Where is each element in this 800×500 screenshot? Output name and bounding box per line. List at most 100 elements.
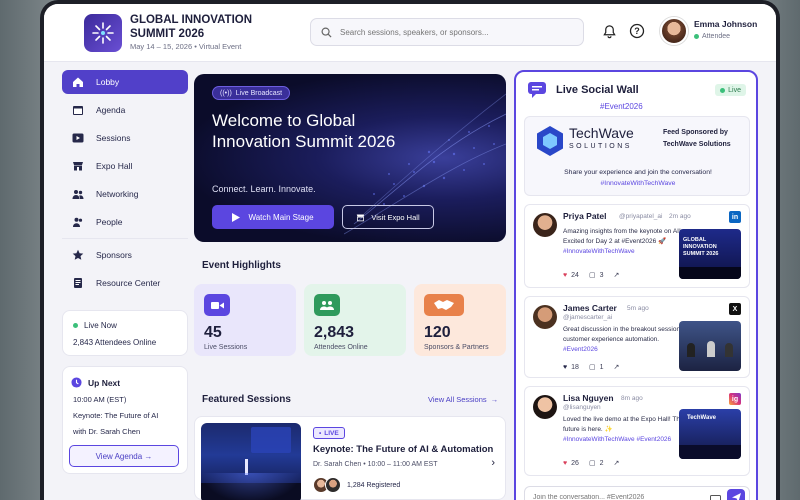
- highlight-value: 120: [424, 324, 451, 341]
- post-handle: @jamescarter_ai: [563, 314, 613, 321]
- likes-count: 24: [571, 271, 579, 279]
- session-meta: Dr. Sarah Chen • 10:00 – 11:00 AM EST: [313, 461, 438, 468]
- registrants: 1,284 Registered: [313, 477, 400, 493]
- post-image[interactable]: [679, 321, 741, 371]
- post-tag[interactable]: #InnovateWithTechWave: [563, 248, 635, 255]
- post-image-text: GLOBAL INNOVATION SUMMIT 2026: [683, 237, 718, 258]
- social-post[interactable]: Priya Patel @priyapatel_ai 2m ago in Ama…: [524, 204, 750, 288]
- bell-icon[interactable]: [600, 22, 618, 40]
- send-button[interactable]: [727, 489, 745, 500]
- highlight-label: Sponsors & Partners: [424, 344, 489, 351]
- event-logo-icon[interactable]: [84, 14, 122, 52]
- sponsor-banner[interactable]: TechWave SOLUTIONS Feed Sponsored by Tec…: [524, 116, 750, 196]
- avatar: [325, 477, 341, 493]
- comment-icon[interactable]: ▢: [589, 363, 596, 371]
- search-bar[interactable]: [310, 18, 584, 46]
- sidebar-item-expo-hall[interactable]: Expo Hall: [62, 154, 188, 178]
- up-next-label: Up Next: [88, 377, 121, 388]
- comment-icon[interactable]: ▢: [589, 459, 596, 467]
- live-badge-label: LIVE: [324, 429, 339, 437]
- document-icon: [74, 278, 82, 288]
- heart-icon[interactable]: ♥: [563, 460, 567, 467]
- online-dot: [694, 34, 699, 39]
- image-icon[interactable]: [710, 492, 721, 500]
- live-broadcast-pill: ((•)) Live Broadcast: [212, 86, 291, 100]
- sidebar-item-label: Networking: [96, 189, 139, 199]
- post-text: Loved the live demo at the Expo Hall! Th…: [563, 415, 693, 445]
- sidebar-item-people[interactable]: People: [62, 210, 188, 234]
- live-now-card: Live Now 2,843 Attendees Online: [62, 310, 188, 356]
- heart-icon[interactable]: ♥: [563, 272, 567, 279]
- featured-session-card[interactable]: • LIVE Keynote: The Future of AI & Autom…: [194, 416, 506, 500]
- view-agenda-button[interactable]: View Agenda →: [69, 445, 179, 467]
- live-dot: [73, 323, 78, 328]
- people-icon: [73, 217, 83, 227]
- top-header: GLOBAL INNOVATION SUMMIT 2026 May 14 – 1…: [44, 4, 776, 62]
- calendar-icon: [73, 106, 83, 115]
- search-icon: [321, 27, 332, 38]
- heart-icon[interactable]: ♥: [563, 364, 567, 371]
- sidebar-item-lobby[interactable]: Lobby: [62, 70, 188, 94]
- session-thumbnail: [201, 423, 301, 500]
- hero-banner: ((•)) Live Broadcast Welcome to Global I…: [194, 74, 506, 242]
- store-icon: [357, 214, 365, 221]
- post-stats: ♥ 18 ▢ 1 ↗: [563, 363, 619, 372]
- social-post[interactable]: James Carter @jamescarter_ai 5m ago X Gr…: [524, 296, 750, 378]
- comment-icon[interactable]: ▢: [589, 271, 596, 279]
- sidebar-item-agenda[interactable]: Agenda: [62, 98, 188, 122]
- sidebar-item-sessions[interactable]: Sessions: [62, 126, 188, 150]
- highlight-value: 45: [204, 324, 222, 341]
- watch-main-stage-button[interactable]: Watch Main Stage: [212, 205, 334, 229]
- home-icon: [73, 77, 83, 87]
- play-icon: [72, 133, 84, 143]
- highlight-sponsors[interactable]: 120 Sponsors & Partners: [414, 284, 506, 356]
- sponsor-sub: SOLUTIONS: [569, 143, 632, 150]
- view-all-sessions-link[interactable]: View All Sessions →: [428, 395, 498, 404]
- share-text: Share your experience and join the conve…: [564, 169, 712, 176]
- wall-hashtag[interactable]: #Event2026: [600, 102, 643, 111]
- sponsor-name: TechWave: [569, 125, 634, 141]
- star-icon: [72, 249, 84, 260]
- x-icon[interactable]: X: [729, 303, 741, 315]
- hero-tagline: Connect. Learn. Innovate.: [212, 184, 316, 194]
- post-image[interactable]: TechWave: [679, 409, 741, 459]
- event-title: GLOBAL INNOVATION SUMMIT 2026: [130, 14, 253, 40]
- highlights-title: Event Highlights: [202, 260, 281, 271]
- chevron-right-icon[interactable]: ›: [491, 457, 495, 469]
- highlight-live-sessions[interactable]: 45 Live Sessions: [194, 284, 296, 356]
- post-image-line: GLOBAL: [683, 237, 707, 243]
- avatar: [533, 395, 557, 419]
- share-icon[interactable]: ↗: [613, 271, 619, 279]
- compose-bar[interactable]: [524, 486, 750, 500]
- likes-count: 26: [571, 459, 579, 467]
- post-text: Amazing insights from the keynote on AI!…: [563, 227, 693, 257]
- store-icon: [73, 162, 83, 171]
- live-badge: • LIVE: [313, 427, 345, 439]
- user-status: Attendee: [694, 33, 730, 40]
- visit-expo-hall-button[interactable]: Visit Expo Hall: [342, 205, 434, 229]
- user-avatar[interactable]: [660, 17, 688, 45]
- live-dot: [720, 87, 726, 93]
- share-icon[interactable]: ↗: [613, 363, 619, 371]
- instagram-icon[interactable]: ig: [729, 393, 741, 405]
- social-post[interactable]: Lisa Nguyen @lisanguyen 8m ago ig Loved …: [524, 386, 750, 476]
- techwave-logo-icon: [537, 126, 563, 156]
- linkedin-icon[interactable]: in: [729, 211, 741, 223]
- sidebar-item-sponsors[interactable]: Sponsors: [62, 243, 188, 267]
- registered-count: 1,284 Registered: [347, 481, 401, 489]
- sidebar-item-networking[interactable]: Networking: [62, 182, 188, 206]
- post-image[interactable]: GLOBAL INNOVATION SUMMIT 2026: [679, 229, 741, 279]
- app-screen: GLOBAL INNOVATION SUMMIT 2026 May 14 – 1…: [44, 4, 776, 500]
- hero-title: Welcome to Global Innovation Summit 2026: [212, 111, 396, 151]
- highlight-attendees-online[interactable]: 2,843 Attendees Online: [304, 284, 406, 356]
- search-input[interactable]: [340, 27, 560, 37]
- post-tag[interactable]: #Event2026: [563, 346, 598, 353]
- help-icon[interactable]: ?: [628, 22, 646, 40]
- compose-input[interactable]: [533, 493, 703, 500]
- share-icon[interactable]: ↗: [613, 459, 619, 467]
- post-stats: ♥ 24 ▢ 3 ↗: [563, 271, 619, 280]
- handshake-icon: [424, 294, 464, 316]
- post-text: Great discussion in the breakout session…: [563, 325, 693, 355]
- sidebar-item-resource-center[interactable]: Resource Center: [62, 271, 188, 295]
- post-tag[interactable]: #InnovateWithTechWave #Event2026: [563, 436, 671, 443]
